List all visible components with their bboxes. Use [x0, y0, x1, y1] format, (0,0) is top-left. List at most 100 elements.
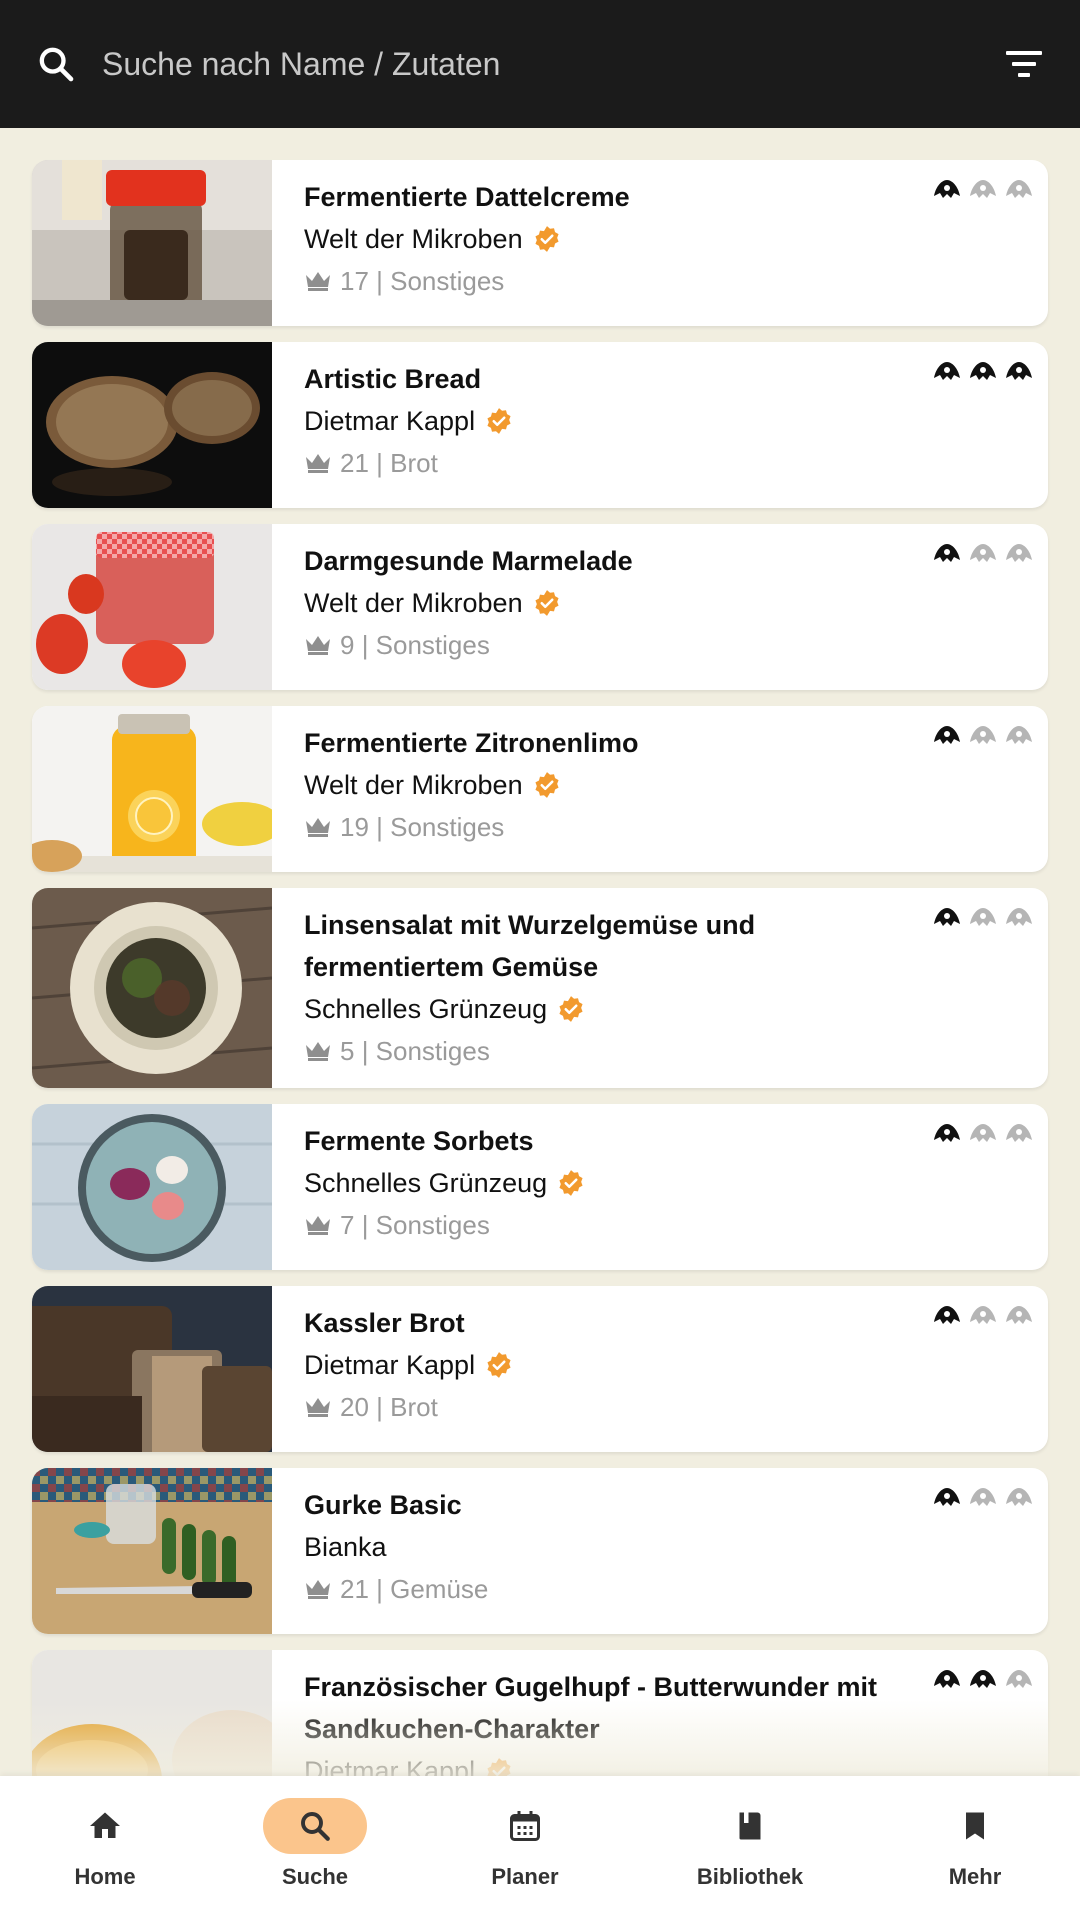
verified-icon [487, 1758, 511, 1776]
recipe-card[interactable]: Gurke Basic Bianka 21 | Gemüse [32, 1468, 1048, 1634]
author-name: Dietmar Kappl [304, 1350, 476, 1380]
nav-item-suche[interactable]: Suche [215, 1798, 415, 1908]
recipe-title: Artistic Bread [304, 364, 482, 394]
bottom-navigation: Home Suche Planer Bibliothek Mehr [0, 1776, 1080, 1920]
difficulty-rating [932, 1302, 1034, 1330]
recipe-category: Brot [390, 1392, 438, 1422]
croissant-icon-empty [970, 726, 996, 744]
recipe-count: 5 [340, 1036, 355, 1066]
nav-label: Planer [491, 1864, 559, 1889]
difficulty-rating [932, 904, 1034, 932]
croissant-icon-empty [1006, 544, 1032, 562]
recipe-title: Fermente Sorbets [304, 1126, 534, 1156]
croissant-icon-empty [1006, 1124, 1032, 1142]
croissant-icon-filled [934, 908, 960, 926]
recipe-card[interactable]: Darmgesunde Marmelade Welt der Mikroben … [32, 524, 1048, 690]
recipe-title: Kassler Brot [304, 1308, 465, 1338]
author-name: Schnelles Grünzeug [304, 994, 548, 1024]
croissant-icon-filled [934, 1488, 960, 1506]
nav-label: Mehr [948, 1864, 1002, 1889]
verified-icon [559, 1170, 583, 1196]
recipe-image [32, 160, 272, 326]
croissant-icon-empty [1006, 908, 1032, 926]
recipe-author: Welt der Mikroben [304, 582, 904, 624]
search-input[interactable] [102, 34, 962, 94]
recipe-meta: 7 | Sonstiges [304, 1204, 904, 1246]
croissant-icon-empty [1006, 1306, 1032, 1324]
difficulty-rating [932, 1666, 1034, 1694]
recipe-image [32, 706, 272, 872]
recipe-card[interactable]: Linsensalat mit Wurzelgemüse und ferment… [32, 888, 1048, 1088]
recipe-image [32, 342, 272, 508]
croissant-icon-empty [970, 1488, 996, 1506]
nav-item-bibliothek[interactable]: Bibliothek [650, 1798, 850, 1908]
recipe-author: Dietmar Kappl [304, 400, 904, 442]
meta-separator: | [368, 1392, 391, 1422]
croissant-icon-filled [934, 1306, 960, 1324]
nav-label: Suche [281, 1864, 349, 1889]
recipe-title: Gurke Basic [304, 1490, 462, 1520]
author-name: Welt der Mikroben [304, 770, 523, 800]
nav-icon-container [263, 1798, 367, 1854]
recipe-image [32, 1104, 272, 1270]
crown-icon [306, 1398, 330, 1417]
recipe-author: Dietmar Kappl [304, 1344, 904, 1386]
recipe-card[interactable]: Fermentierte Zitronenlimo Welt der Mikro… [32, 706, 1048, 872]
recipe-image [32, 1468, 272, 1634]
croissant-icon-empty [1006, 1670, 1032, 1688]
author-name: Bianka [304, 1532, 387, 1562]
recipe-category: Brot [390, 448, 438, 478]
recipe-meta: 21 | Brot [304, 442, 904, 484]
nav-icon-container [473, 1798, 577, 1854]
recipe-author: Welt der Mikroben [304, 218, 904, 260]
croissant-icon-empty [1006, 726, 1032, 744]
recipe-card[interactable]: Kassler Brot Dietmar Kappl 20 | Brot [32, 1286, 1048, 1452]
croissant-icon-empty [970, 180, 996, 198]
author-name: Welt der Mikroben [304, 224, 523, 254]
crown-icon [306, 636, 330, 655]
recipe-card[interactable]: Französischer Gugelhupf - Butterwunder m… [32, 1650, 1048, 1776]
crown-icon [306, 1580, 330, 1599]
book-icon [739, 1812, 761, 1840]
croissant-icon-filled [934, 180, 960, 198]
croissant-icon-filled [934, 726, 960, 744]
difficulty-rating [932, 540, 1034, 568]
meta-separator: | [368, 1574, 391, 1604]
recipe-meta: 19 | Sonstiges [304, 806, 904, 848]
recipe-card[interactable]: Fermente Sorbets Schnelles Grünzeug 7 | … [32, 1104, 1048, 1270]
verified-icon [487, 408, 511, 434]
recipe-title: Französischer Gugelhupf - Butterwunder m… [304, 1672, 878, 1744]
recipe-title: Darmgesunde Marmelade [304, 546, 633, 576]
recipe-count: 20 [340, 1392, 369, 1422]
nav-item-home[interactable]: Home [5, 1798, 205, 1908]
search-icon[interactable] [36, 44, 76, 84]
recipe-card[interactable]: Fermentierte Dattelcreme Welt der Mikrob… [32, 160, 1048, 326]
difficulty-rating [932, 722, 1034, 750]
difficulty-rating [932, 1484, 1034, 1512]
crown-icon [306, 818, 330, 837]
recipe-author: Schnelles Grünzeug [304, 1162, 904, 1204]
author-name: Dietmar Kappl [304, 406, 476, 436]
meta-separator: | [354, 1210, 376, 1240]
croissant-icon-filled [934, 362, 960, 380]
recipe-list[interactable]: Fermentierte Dattelcreme Welt der Mikrob… [0, 128, 1080, 1776]
recipe-card[interactable]: Artistic Bread Dietmar Kappl 21 | Brot [32, 342, 1048, 508]
recipe-category: Sonstiges [375, 630, 490, 660]
difficulty-rating [932, 176, 1034, 204]
filter-icon[interactable] [1004, 48, 1044, 80]
recipe-meta: 20 | Brot [304, 1386, 904, 1428]
difficulty-rating [932, 1120, 1034, 1148]
verified-icon [535, 772, 559, 798]
verified-icon [487, 1352, 511, 1378]
nav-item-mehr[interactable]: Mehr [875, 1798, 1075, 1908]
search-icon [301, 1812, 330, 1841]
search-header [0, 0, 1080, 128]
recipe-meta: 17 | Sonstiges [304, 260, 904, 302]
croissant-icon-empty [1006, 180, 1032, 198]
bookmark-icon [966, 1812, 984, 1840]
recipe-count: 9 [340, 630, 355, 660]
nav-icon-container [698, 1798, 802, 1854]
meta-separator: | [354, 1036, 376, 1066]
recipe-title: Fermentierte Dattelcreme [304, 182, 630, 212]
nav-item-planer[interactable]: Planer [425, 1798, 625, 1908]
